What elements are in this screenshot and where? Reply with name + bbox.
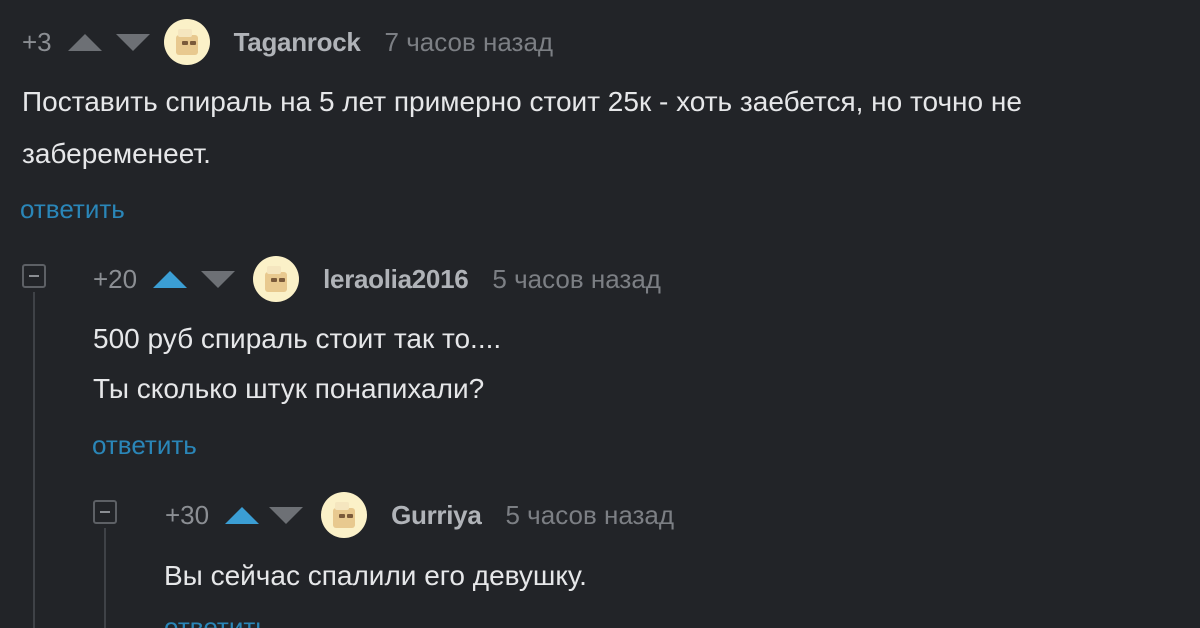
collapse-button[interactable]: [22, 264, 46, 288]
reply-link[interactable]: ответить: [92, 430, 197, 461]
username[interactable]: Taganrock: [234, 27, 361, 58]
upvote-icon[interactable]: [153, 270, 188, 288]
thread-line: [33, 292, 35, 628]
timestamp: 5 часов назад: [492, 263, 661, 294]
comment-body: 500 руб спираль стоит так то.... Ты скол…: [93, 314, 501, 414]
comment-header: +3 Taganrock 7 часов назад: [22, 18, 553, 66]
downvote-icon[interactable]: [269, 506, 304, 524]
collapse-button[interactable]: [93, 500, 117, 524]
username[interactable]: leraolia2016: [323, 264, 469, 295]
comment-header: +20 leraolia2016 5 часов назад: [93, 255, 661, 303]
timestamp: 7 часов назад: [384, 26, 554, 57]
downvote-icon[interactable]: [115, 33, 150, 51]
timestamp: 5 часов назад: [505, 499, 675, 530]
comment-line: Вы сейчас спалили его девушку.: [164, 560, 587, 591]
comments-thread: +3 Taganrock 7 часов назад Поставить спи…: [0, 0, 1200, 628]
reply-link[interactable]: ответить: [20, 194, 125, 225]
comment-body: Вы сейчас спалили его девушку.: [164, 550, 587, 602]
reply-link[interactable]: ответить: [164, 612, 269, 628]
comment-rating: +3: [22, 27, 52, 57]
comment-rating: +30: [165, 500, 210, 530]
comment-header: +30 Gurriya 5 часов назад: [165, 491, 674, 539]
comment-line: 500 руб спираль стоит так то....: [93, 323, 502, 354]
avatar[interactable]: [321, 492, 368, 538]
avatar[interactable]: [253, 256, 300, 302]
upvote-icon[interactable]: [225, 506, 260, 524]
comment-line: Ты сколько штук понапихали?: [93, 373, 485, 404]
username[interactable]: Gurriya: [391, 500, 482, 531]
downvote-icon[interactable]: [201, 270, 236, 288]
comment-line: забеременеет.: [22, 138, 211, 169]
comment-line: Поставить спираль на 5 лет примерно стои…: [22, 86, 1022, 117]
avatar[interactable]: [163, 19, 210, 65]
comment-body: Поставить спираль на 5 лет примерно стои…: [22, 76, 1022, 180]
thread-line: [104, 528, 106, 628]
upvote-icon[interactable]: [67, 33, 102, 51]
comment-rating: +20: [93, 264, 138, 294]
